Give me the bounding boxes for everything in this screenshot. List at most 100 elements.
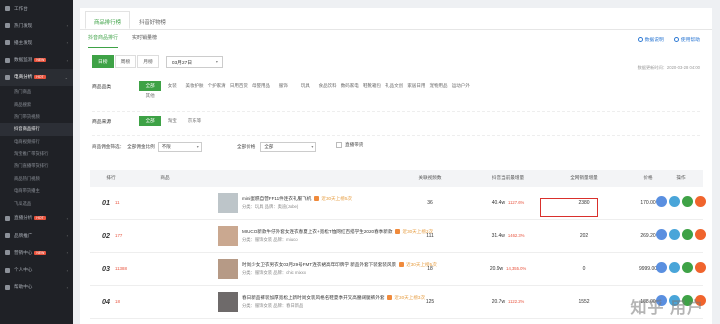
increment-percent: 1462.3% <box>507 233 525 238</box>
category-option[interactable]: 女装 <box>161 81 183 91</box>
detail-icon[interactable] <box>656 196 667 207</box>
subtab-douyin-ranking[interactable]: 抖音商品排行 <box>88 34 119 48</box>
source-option[interactable]: 淘宝 <box>161 116 183 126</box>
sidebar-subitem[interactable]: 热门直播带货排行 <box>0 160 73 172</box>
sidebar-item[interactable]: 营销中心 NEW › <box>0 244 73 261</box>
period-month-button[interactable]: 月榜 <box>137 55 159 68</box>
menu-icon <box>5 74 10 80</box>
sidebar-item[interactable]: 工作台 <box>0 0 73 17</box>
chart-icon[interactable] <box>669 196 680 207</box>
category-option[interactable]: 宠物用品 <box>427 81 449 91</box>
data-explain-link[interactable]: 数据说明 <box>637 36 664 43</box>
column-header: 抖音当前最增量 <box>491 175 525 180</box>
category-option[interactable]: 全部 <box>139 81 162 91</box>
detail-icon[interactable] <box>656 229 667 240</box>
category-option[interactable]: 服饰 <box>272 81 294 91</box>
sidebar-subitem[interactable]: 飞瓜选品 <box>0 197 73 209</box>
sidebar-subitem[interactable]: 热门带货视频 <box>0 111 73 123</box>
product-thumbnail[interactable] <box>218 292 238 312</box>
product-title[interactable]: MIUCO新款牛仔外套女连衣春夏上衣+宽松T恤网红百搭学生2020春季新款 近30… <box>242 229 433 235</box>
category-option[interactable]: 个护家清 <box>206 81 228 91</box>
sidebar-item[interactable]: 电商分析 HOT ⌄ <box>0 68 73 86</box>
sidebar-item[interactable]: 数据监测 NEW › <box>0 52 73 69</box>
sidebar-item[interactable]: 热门发现 › <box>0 17 73 34</box>
column-header: 关联视频数 <box>418 175 442 180</box>
sidebar-item[interactable]: 个人中心 › <box>0 261 73 278</box>
category-options-row2: 其他 <box>139 91 161 101</box>
help-link[interactable]: 使用帮助 <box>673 36 700 43</box>
divider <box>92 135 700 136</box>
category-option[interactable]: 美妆护肤 <box>183 81 205 91</box>
subtab-realtime[interactable]: 实时销量榜 <box>132 34 157 48</box>
category-option[interactable]: 家居日用 <box>405 81 427 91</box>
sidebar-item[interactable]: 帮助中心 › <box>0 279 73 296</box>
tab-product-ranking[interactable]: 商品排行榜 <box>85 11 130 29</box>
rank-change: 11 <box>115 200 120 205</box>
column-header: 商品 <box>160 175 170 180</box>
source-option[interactable]: 京东等 <box>183 116 205 126</box>
product-title[interactable]: 春日新品裤装加厚宽松上新时尚女装风格名鞋夏季开叉高腰阔腿裤外套 近30天上榜3次 <box>242 295 425 301</box>
sidebar-subitem[interactable]: 电商带货播主 <box>0 185 73 197</box>
commission-filter-label: 商品佣金筛选： <box>92 144 125 149</box>
sidebar-subitem[interactable]: 淘宝推广带货排行 <box>0 148 73 160</box>
category-option[interactable]: 食品饮料 <box>317 81 339 91</box>
source-option[interactable]: 全部 <box>139 116 162 126</box>
menu-icon <box>5 215 10 221</box>
period-week-button[interactable]: 周榜 <box>114 55 137 68</box>
sidebar-subitem[interactable]: 商品热门视频 <box>0 173 73 185</box>
commission-select[interactable]: 不限 ▾ <box>157 142 202 152</box>
table-header: 排行 商品 关联视频数 抖音当前最增量 全网销量增量 价格 操作 <box>90 170 703 187</box>
product-title[interactable]: mini蛋糕自营FF11件连衣礼服飞机 近30天上榜5次 <box>242 196 352 202</box>
menu-icon <box>5 284 10 290</box>
date-picker[interactable]: 03月27日 ▾ <box>165 55 223 68</box>
product-thumbnail[interactable] <box>218 259 238 279</box>
menu-icon <box>5 233 10 239</box>
price-filter-label: 全部价格 <box>237 144 256 149</box>
category-option[interactable]: 玩具 <box>294 81 316 91</box>
video-count: 111 <box>426 233 434 239</box>
sidebar-subitem[interactable]: 商品搜索 <box>0 98 73 110</box>
commission-scope: 全部佣金比例 <box>127 144 155 149</box>
live-checkbox[interactable]: 直播带货 <box>336 142 363 148</box>
chevron-icon: › <box>66 284 68 290</box>
video-icon[interactable] <box>682 229 693 240</box>
price-select[interactable]: 全部 ▾ <box>260 142 317 152</box>
shop-icon[interactable] <box>695 196 706 207</box>
shop-icon[interactable] <box>695 229 706 240</box>
category-option[interactable]: 日用百货 <box>228 81 250 91</box>
product-thumbnail[interactable] <box>218 226 238 246</box>
product-title[interactable]: 时尚少女卫衣男衣女03月29号FMT连衣裙高年印牌学 新品外套下装套装风景 近30… <box>242 262 437 268</box>
sidebar-item[interactable]: 播主发现 › <box>0 34 73 51</box>
sidebar-subitem[interactable]: 抖音商品排行 <box>0 123 73 136</box>
period-day-button[interactable]: 日榜 <box>92 55 114 68</box>
category-option[interactable]: 母婴用品 <box>250 81 272 91</box>
tab-good-items[interactable]: 抖音好物榜 <box>130 11 175 29</box>
product-title-text: 春日新品裤装加厚宽松上新时尚女装风格名鞋夏季开叉高腰阔腿裤外套 <box>242 295 385 300</box>
total-increment: 202 <box>579 233 589 239</box>
video-icon[interactable] <box>682 262 693 273</box>
category-option[interactable]: 其他 <box>139 91 161 101</box>
rank-number: 01 <box>102 198 110 207</box>
rank-tag-text: 近30天上榜3次 <box>394 295 426 300</box>
source-label: 商品来源 <box>92 120 112 125</box>
sidebar-item[interactable]: 品牌推广 › <box>0 227 73 244</box>
chart-icon[interactable] <box>669 229 680 240</box>
category-option[interactable]: 数码家电 <box>339 81 361 91</box>
sidebar-item[interactable]: 直播分析 HOT › <box>0 210 73 227</box>
video-icon[interactable] <box>682 196 693 207</box>
category-option[interactable]: 礼品文创 <box>383 81 405 91</box>
info-icon <box>637 37 643 42</box>
shop-icon[interactable] <box>695 262 706 273</box>
category-option[interactable]: 鞋靴箱包 <box>361 81 383 91</box>
detail-icon[interactable] <box>656 262 667 273</box>
chevron-icon: › <box>66 40 68 46</box>
top-links: 数据说明 使用帮助 <box>637 36 700 43</box>
sidebar-subitem[interactable]: 热门商品 <box>0 86 73 98</box>
rank-change: 18 <box>115 299 120 304</box>
fire-icon <box>314 196 320 202</box>
product-thumbnail[interactable] <box>218 193 238 213</box>
row-actions <box>656 229 706 240</box>
sidebar-subitem[interactable]: 电商视频排行 <box>0 136 73 148</box>
chart-icon[interactable] <box>669 262 680 273</box>
category-option[interactable]: 运动户外 <box>450 81 472 91</box>
